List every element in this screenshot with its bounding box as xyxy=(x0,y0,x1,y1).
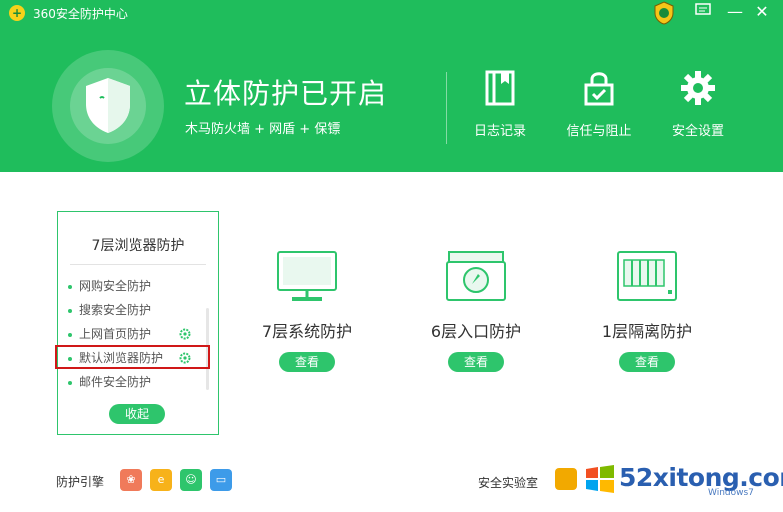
close-button[interactable]: ✕ xyxy=(751,2,773,22)
leaf-engine-icon[interactable]: ❀ xyxy=(120,469,142,491)
shield-icon xyxy=(86,78,130,133)
watermark-sub: Windows7 xyxy=(708,488,754,498)
security-settings-label: 安全设置 xyxy=(671,124,724,139)
collapse-button[interactable]: 收起 xyxy=(109,404,165,424)
view-button[interactable]: 查看 xyxy=(448,352,504,372)
list-item: 搜索安全防护 xyxy=(68,302,151,318)
security-settings-button[interactable]: 安全设置 xyxy=(658,70,738,139)
protection-components: 木马防火墙 + 网盾 + 保镖 xyxy=(185,122,341,137)
protection-status-title: 立体防护已开启 xyxy=(184,77,388,110)
trust-block-label: 信任与阻止 xyxy=(566,124,632,139)
browser-protection-card: 7层浏览器防护 网购安全防护 搜索安全防护 上网首页防护 默认浏览器防护 邮件安… xyxy=(57,211,219,435)
layer-name: 7层系统防护 xyxy=(261,322,353,341)
entry-protection-panel: 6层入口防护 查看 xyxy=(411,250,541,372)
shield-emblem xyxy=(52,50,164,162)
lab-icon[interactable] xyxy=(555,468,577,490)
lab-label[interactable]: 安全实验室 xyxy=(478,474,538,491)
header-banner: + 360安全防护中心 — ✕ 立体防护已开启 木马防火墙 + 网盾 + 保镖 … xyxy=(0,0,783,172)
app-title: 360安全防护中心 xyxy=(33,7,128,21)
windows-logo-icon xyxy=(586,465,614,493)
log-book-icon xyxy=(485,70,515,106)
lock-trust-icon xyxy=(584,72,614,106)
settings-gear-icon[interactable] xyxy=(179,328,191,340)
isolation-icon xyxy=(617,251,677,301)
gear-icon xyxy=(681,71,715,105)
entry-compass-icon xyxy=(446,251,506,301)
app-logo-icon: + xyxy=(9,5,25,21)
minimize-button[interactable]: — xyxy=(724,2,746,22)
engine-label: 防护引擎 xyxy=(56,475,105,489)
list-item: 网购安全防护 xyxy=(68,278,151,294)
system-protection-panel: 7层系统防护 查看 xyxy=(242,250,372,372)
layer-name: 6层入口防护 xyxy=(430,322,522,341)
user-engine-icon[interactable]: ☺ xyxy=(180,469,202,491)
card-title: 7层浏览器防护 xyxy=(91,238,185,254)
trust-block-button[interactable]: 信任与阻止 xyxy=(559,70,639,139)
badge-icon[interactable] xyxy=(652,1,676,25)
list-item: 上网首页防护 xyxy=(68,326,151,342)
log-records-label: 日志记录 xyxy=(473,124,526,139)
highlight-box xyxy=(55,345,210,369)
log-records-button[interactable]: 日志记录 xyxy=(460,70,540,139)
e-engine-icon[interactable]: e xyxy=(150,469,172,491)
isolation-protection-panel: 1层隔离防护 查看 xyxy=(582,250,712,372)
layer-name: 1层隔离防护 xyxy=(601,322,693,341)
monitor-icon xyxy=(277,251,337,301)
view-button[interactable]: 查看 xyxy=(279,352,335,372)
watermark: 52xitong.com xyxy=(619,463,783,492)
list-item: 邮件安全防护 xyxy=(68,374,151,390)
box-engine-icon[interactable]: ▭ xyxy=(210,469,232,491)
feedback-icon[interactable] xyxy=(692,2,714,22)
view-button[interactable]: 查看 xyxy=(619,352,675,372)
title-bar: + 360安全防护中心 — ✕ xyxy=(0,0,783,26)
divider xyxy=(70,264,206,265)
divider xyxy=(446,72,447,144)
